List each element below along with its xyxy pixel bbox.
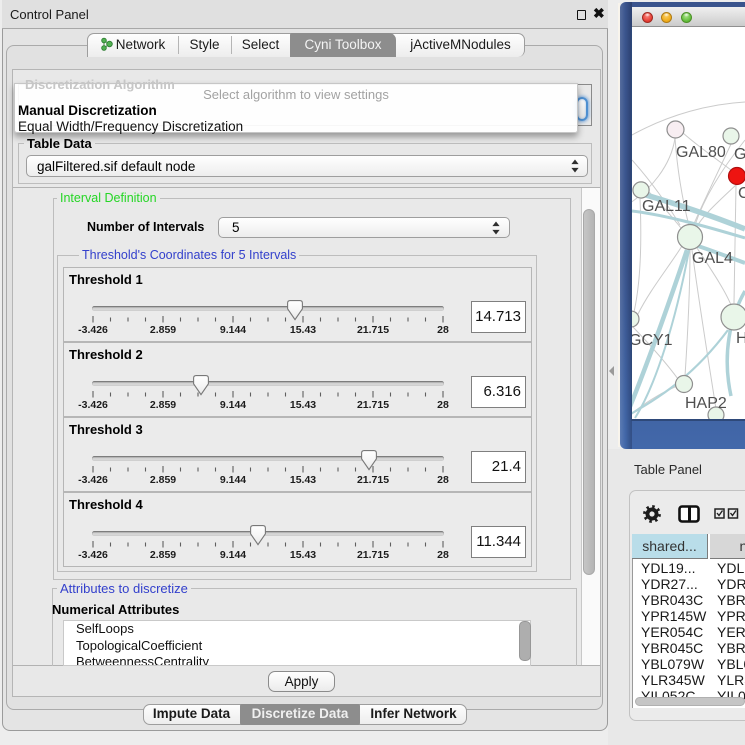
svg-text:HAP2: HAP2 — [685, 395, 727, 412]
svg-text:GAL11: GAL11 — [642, 198, 691, 215]
svg-text:GA: GA — [734, 146, 745, 163]
svg-text:HA: HA — [736, 330, 745, 347]
svg-text:GAL80: GAL80 — [676, 144, 726, 161]
svg-text:GAL4: GAL4 — [692, 250, 733, 267]
svg-text:CR: CR — [738, 185, 745, 202]
svg-text:GCY1: GCY1 — [632, 332, 673, 349]
